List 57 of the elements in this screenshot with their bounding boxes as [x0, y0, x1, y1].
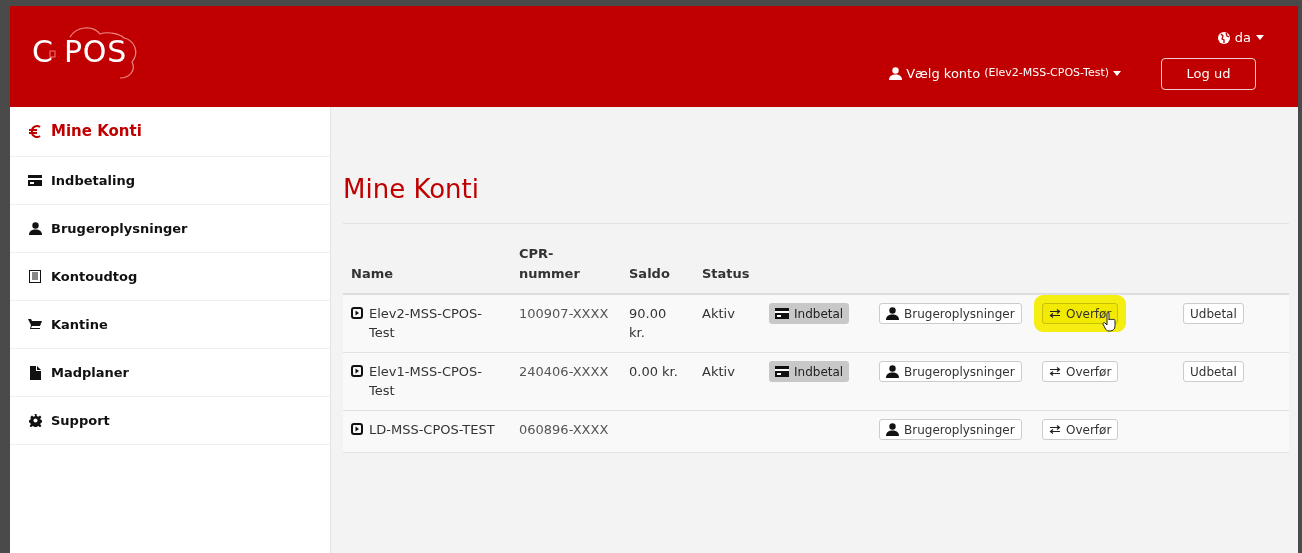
column-header: CPR-nummer — [519, 246, 580, 281]
sidebar-item[interactable]: Support — [10, 397, 330, 445]
account-status: Aktiv — [702, 306, 735, 321]
balance: 0.00 kr. — [629, 364, 678, 379]
play-square-icon — [351, 365, 363, 377]
user-info-button[interactable]: Brugeroplysninger — [879, 303, 1022, 324]
cart-icon — [28, 318, 42, 331]
credit-card-icon — [28, 175, 42, 186]
account-name: Elev1-MSS-CPOS-Test — [369, 363, 483, 400]
cpr-number: 060896-XXXX — [519, 422, 609, 437]
sidebar-item[interactable]: Kontoudtog — [10, 253, 330, 301]
payout-button[interactable]: Udbetal — [1183, 303, 1244, 324]
play-square-icon — [351, 423, 363, 435]
play-square-icon — [351, 307, 363, 319]
credit-card-icon — [775, 308, 789, 319]
account-name: Elev2-MSS-CPOS-Test — [369, 305, 483, 342]
column-header: Saldo — [629, 265, 670, 281]
caret-icon — [1113, 71, 1121, 76]
user-info-button[interactable]: Brugeroplysninger — [879, 361, 1022, 382]
user-icon — [886, 423, 899, 436]
sidebar-item[interactable]: Kantine — [10, 301, 330, 349]
deposit-button[interactable]: Indbetal — [769, 303, 850, 324]
logout-button[interactable]: Log ud — [1161, 57, 1256, 90]
document-list-icon — [29, 270, 41, 283]
sidebar-item[interactable]: Indbetaling — [10, 157, 330, 205]
cpr-number: 240406-XXXX — [519, 364, 609, 379]
user-info-button[interactable]: Brugeroplysninger — [879, 419, 1022, 440]
credit-card-icon — [775, 366, 789, 377]
swap-arrows-icon — [1049, 367, 1061, 376]
sidebar-item[interactable]: Madplaner — [10, 349, 330, 397]
caret-icon — [1256, 35, 1264, 41]
user-icon — [886, 307, 899, 320]
account-name: LD-MSS-CPOS-TEST — [369, 421, 495, 439]
swap-arrows-icon — [1049, 425, 1061, 434]
language-dropdown[interactable]: da — [1217, 28, 1264, 48]
cpr-number: 100907-XXXX — [519, 306, 609, 321]
euro-icon — [28, 124, 42, 139]
file-icon — [29, 365, 41, 380]
payout-button[interactable]: Udbetal — [1183, 361, 1244, 382]
page-title: Mine Konti — [343, 170, 1289, 224]
logo-text: C POS — [32, 37, 127, 67]
user-icon — [28, 222, 42, 235]
transfer-button[interactable]: Overfør — [1042, 419, 1119, 440]
balance: 90.00 kr. — [629, 306, 667, 340]
swap-arrows-icon — [1049, 309, 1061, 318]
globe-icon — [1217, 31, 1230, 44]
transfer-button[interactable]: Overfør — [1042, 361, 1119, 382]
sidebar-item[interactable]: Mine Konti — [10, 107, 330, 157]
gear-icon — [28, 414, 42, 427]
user-icon — [889, 67, 903, 80]
account-status: Aktiv — [702, 364, 735, 379]
sidebar-item[interactable]: Brugeroplysninger — [10, 205, 330, 253]
account-dropdown[interactable]: Vælg konto (Elev2-MSS-CPOS-Test) — [889, 63, 1121, 84]
user-icon — [886, 365, 899, 378]
column-header: Status — [702, 265, 750, 281]
deposit-button[interactable]: Indbetal — [769, 361, 850, 382]
column-header: Name — [351, 265, 393, 281]
